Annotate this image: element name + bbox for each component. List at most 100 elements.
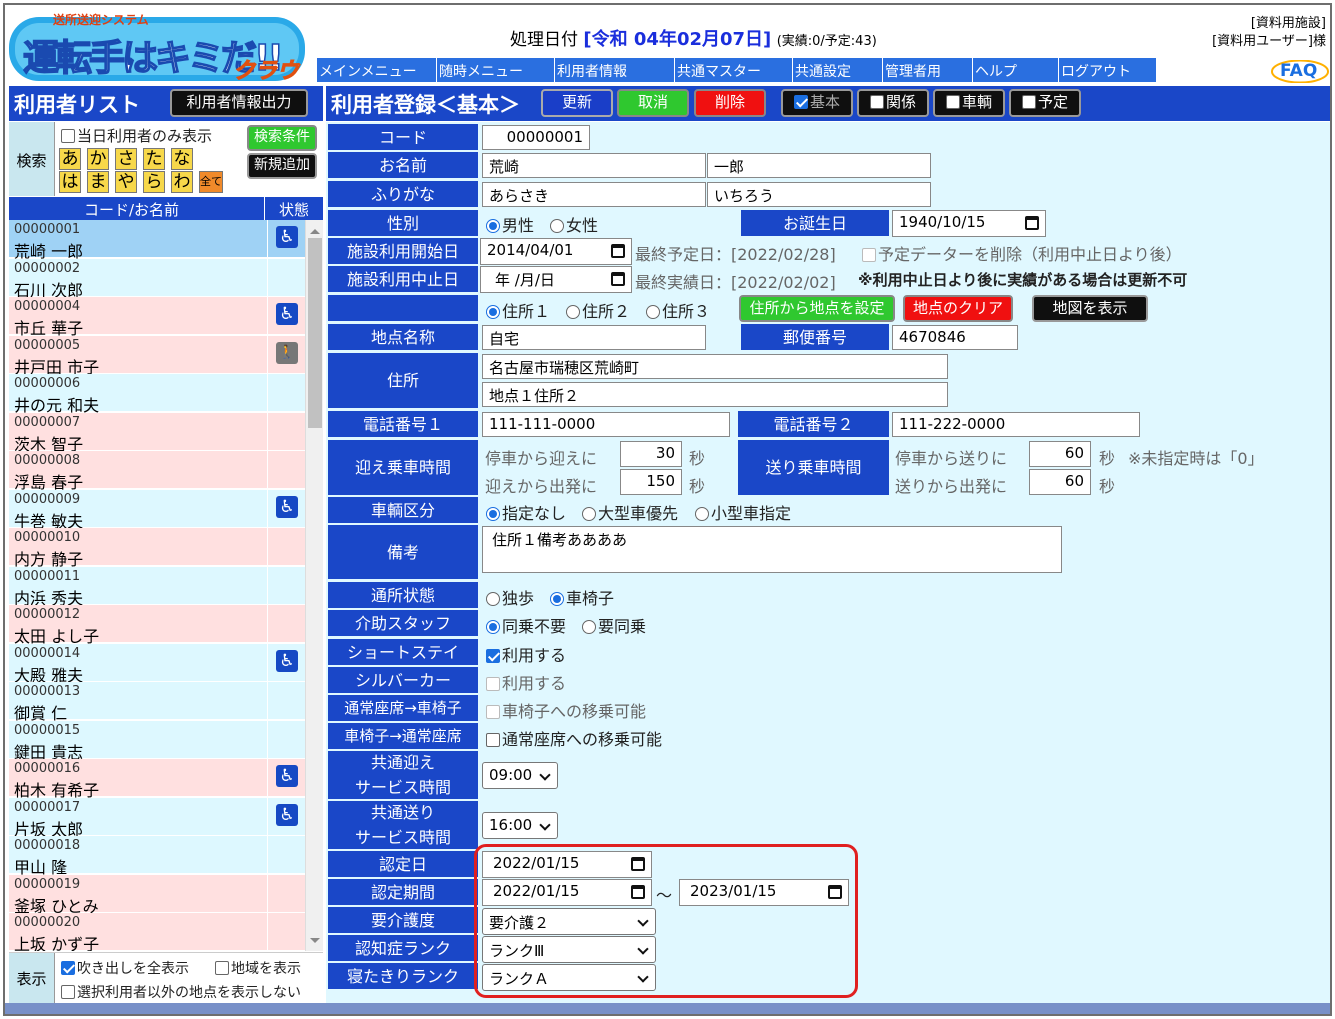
wheelchair-to-seat-option[interactable]: 通常座席への移乗可能 — [486, 726, 662, 750]
show-area-option[interactable]: 地域を表示 — [215, 958, 301, 978]
calendar-icon[interactable] — [611, 272, 625, 286]
vehicle-large-dot[interactable] — [582, 507, 596, 521]
last-kana-input[interactable]: あらさき — [482, 182, 706, 207]
kana-all[interactable]: 全て — [199, 171, 223, 193]
silver-car-check[interactable] — [486, 677, 500, 691]
user-list-item[interactable]: 00000002 石川 次郎 — [9, 258, 305, 300]
faq-button[interactable]: FAQ — [1271, 59, 1329, 84]
kana-wa[interactable]: わ — [171, 171, 193, 193]
staff-needed-dot[interactable] — [582, 620, 596, 634]
user-list-item[interactable]: 00000017 片坂 太郎 ♿ — [9, 797, 305, 839]
sex-male-radio[interactable]: 男性 — [486, 212, 534, 236]
menu-common-settings[interactable]: 共通設定 — [792, 58, 882, 82]
app-logo[interactable]: 送所送迎システム 運転手はキミだ!! クラウド — [9, 9, 311, 117]
common-pickup-select[interactable]: 09:00 — [482, 762, 558, 789]
address3-radio-dot[interactable] — [646, 305, 660, 319]
kana-ma[interactable]: ま — [87, 171, 109, 193]
user-list-item[interactable]: 00000011 内浜 秀夫 — [9, 566, 305, 608]
add-new-button[interactable]: 新規追加 — [247, 153, 317, 179]
user-list-item[interactable]: 00000009 牛巻 敏夫 ♿ — [9, 489, 305, 531]
code-input[interactable]: 00000001 — [482, 125, 590, 150]
menu-common-master[interactable]: 共通マスター — [674, 58, 792, 82]
stop-date-input[interactable]: 年 /月/日 — [480, 266, 632, 293]
menu-user-info[interactable]: 利用者情報 — [554, 58, 674, 82]
tab-vehicle[interactable]: 車輌 — [933, 89, 1005, 117]
kana-na[interactable]: な — [171, 148, 193, 170]
female-radio[interactable] — [550, 219, 564, 233]
delete-plan-check[interactable] — [862, 248, 876, 262]
menu-logout[interactable]: ログアウト — [1058, 58, 1156, 82]
vehicle-none-dot[interactable] — [486, 507, 500, 521]
kana-ya[interactable]: や — [115, 171, 137, 193]
pickup1-seconds-input[interactable]: 30 — [620, 441, 682, 467]
today-only-checkbox[interactable]: 当日利用者のみ表示 — [61, 125, 212, 146]
address2-radio-dot[interactable] — [566, 305, 580, 319]
address1-radio-dot[interactable] — [486, 305, 500, 319]
tab-basic[interactable]: 基本 — [781, 89, 853, 117]
wheelchair-radio[interactable]: 車椅子 — [550, 585, 614, 609]
tab-plan[interactable]: 予定 — [1009, 89, 1081, 117]
user-list-item[interactable]: 00000019 釜塚 ひとみ — [9, 874, 305, 916]
calendar-icon[interactable] — [1025, 216, 1039, 230]
kana-a[interactable]: あ — [59, 148, 81, 170]
kana-ha[interactable]: は — [59, 171, 81, 193]
update-button[interactable]: 更新 — [541, 89, 613, 117]
silver-car-option[interactable]: 利用する — [486, 670, 566, 694]
user-list-item[interactable]: 00000008 浮島 春子 — [9, 451, 305, 492]
kana-ta[interactable]: た — [143, 148, 165, 170]
pickup2-seconds-input[interactable]: 150 — [620, 469, 682, 495]
sex-female-radio[interactable]: 女性 — [550, 212, 598, 236]
set-point-from-address-button[interactable]: 住所から地点を設定 — [739, 295, 895, 322]
short-stay-check[interactable] — [486, 649, 500, 663]
user-list-item[interactable]: 00000014 大殿 雅夫 ♿ — [9, 643, 305, 685]
short-stay-option[interactable]: 利用する — [486, 642, 566, 666]
place-input[interactable]: 自宅 — [482, 325, 706, 350]
user-list-item[interactable]: 00000013 御賞 仁 — [9, 682, 305, 723]
address-line2-input[interactable]: 地点１住所２ — [482, 382, 948, 407]
male-radio[interactable] — [486, 219, 500, 233]
user-list-item[interactable]: 00000016 柏木 有希子 ♿ — [9, 759, 305, 800]
menu-anytime[interactable]: 随時メニュー — [436, 58, 554, 82]
walk-radio-dot[interactable] — [486, 592, 500, 606]
address2-radio[interactable]: 住所２ — [566, 298, 630, 322]
vehicle-large-radio[interactable]: 大型車優先 — [582, 500, 678, 524]
hide-others-option[interactable]: 選択利用者以外の地点を表示しない — [61, 982, 301, 1002]
zip-input[interactable]: 4670846 — [892, 325, 1018, 350]
last-name-input[interactable]: 荒崎 — [482, 153, 706, 178]
user-list-item[interactable]: 00000012 太田 よし子 — [9, 605, 305, 646]
wheelchair-radio-dot[interactable] — [550, 592, 564, 606]
show-map-button[interactable]: 地図を表示 — [1032, 295, 1148, 322]
show-balloon-option[interactable]: 吹き出しを全表示 — [61, 958, 189, 978]
vehicle-none-radio[interactable]: 指定なし — [486, 500, 566, 524]
cancel-button[interactable]: 取消 — [617, 89, 689, 117]
menu-main[interactable]: メインメニュー — [316, 58, 436, 82]
scroll-down-icon[interactable] — [310, 938, 320, 948]
clear-point-button[interactable]: 地点のクリア — [903, 295, 1013, 322]
search-condition-button[interactable]: 検索条件 — [247, 125, 317, 151]
user-list-item[interactable]: 00000007 茨木 智子 — [9, 412, 305, 454]
kana-ka[interactable]: か — [87, 148, 109, 170]
first-name-input[interactable]: 一郎 — [707, 153, 931, 178]
tab-relation[interactable]: 関係 — [857, 89, 929, 117]
delete-button[interactable]: 削除 — [694, 89, 766, 117]
kana-sa[interactable]: さ — [115, 148, 137, 170]
birth-date-input[interactable]: 1940/10/15 — [892, 210, 1046, 237]
hide-others-check[interactable] — [61, 985, 75, 999]
walk-radio[interactable]: 独歩 — [486, 585, 534, 609]
user-list-item[interactable]: 00000006 井の元 和夫 — [9, 374, 305, 415]
address3-radio[interactable]: 住所３ — [646, 298, 710, 322]
address-line1-input[interactable]: 名古屋市瑞穂区荒崎町 — [482, 354, 948, 379]
user-list-scrollbar[interactable] — [305, 220, 323, 951]
show-balloon-check[interactable] — [61, 961, 75, 975]
kana-ra[interactable]: ら — [143, 171, 165, 193]
address1-radio[interactable]: 住所１ — [486, 298, 550, 322]
note-textarea[interactable]: 住所１備考ああああ — [482, 526, 1062, 573]
tel1-input[interactable]: 111-111-0000 — [482, 412, 730, 437]
calendar-icon[interactable] — [611, 244, 625, 258]
user-list-item[interactable]: 00000020 上坂 かず子 — [9, 913, 305, 951]
staff-needed-radio[interactable]: 要同乗 — [582, 613, 646, 637]
staff-not-needed-dot[interactable] — [486, 620, 500, 634]
start-date-input[interactable]: 2014/04/01 — [480, 238, 632, 265]
menu-admin[interactable]: 管理者用 — [882, 58, 972, 82]
show-area-check[interactable] — [215, 961, 229, 975]
